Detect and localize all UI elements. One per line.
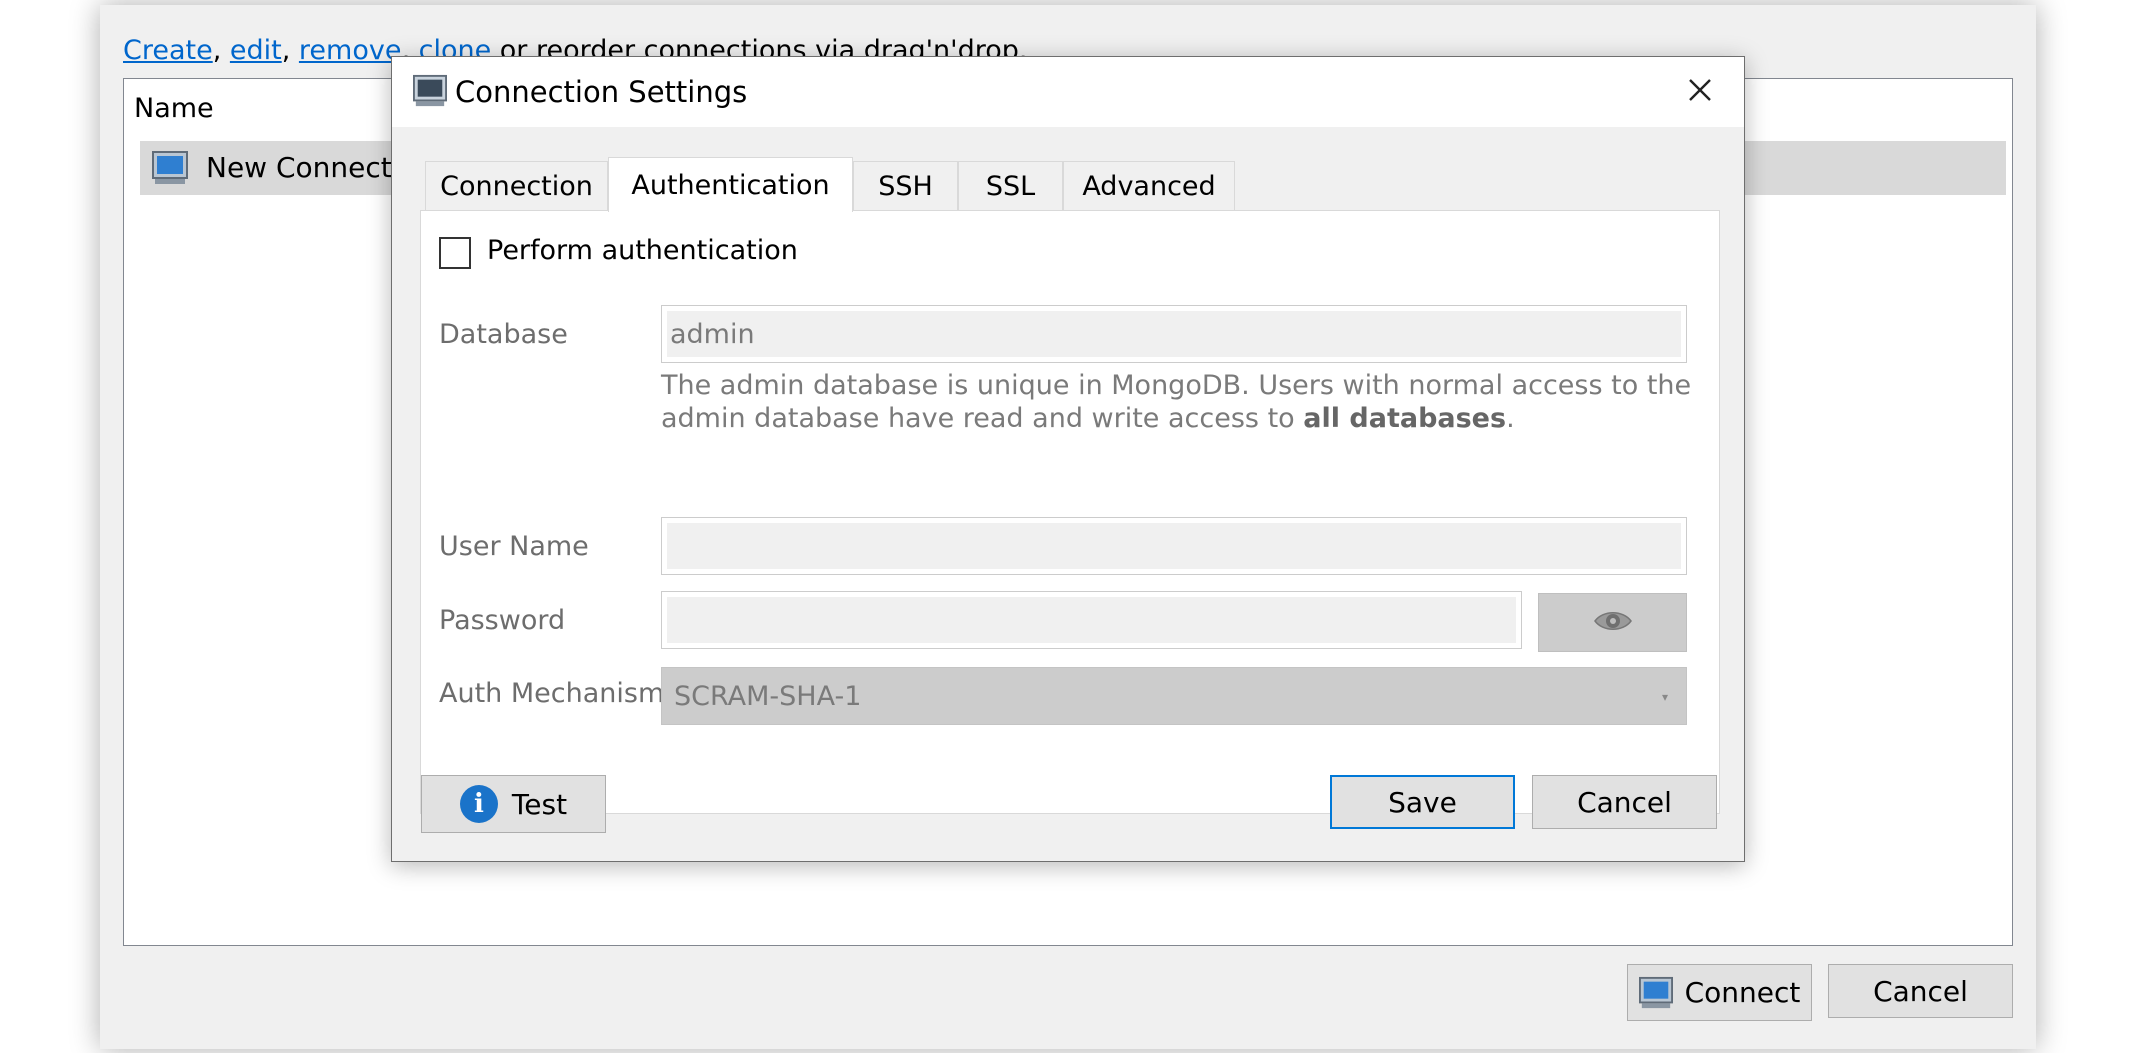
username-field[interactable]: [661, 517, 1687, 575]
connection-settings-dialog: Connection Settings Connection Authentic…: [391, 56, 1745, 862]
perform-auth-checkbox[interactable]: [439, 237, 471, 269]
tab-ssh[interactable]: SSH: [853, 161, 958, 210]
description-suffix: .: [1506, 403, 1515, 434]
connect-label: Connect: [1684, 976, 1801, 1009]
tab-ssl[interactable]: SSL: [958, 161, 1063, 210]
tab-connection[interactable]: Connection: [425, 161, 608, 210]
description-bold: all databases: [1303, 403, 1507, 434]
database-label: Database: [439, 319, 568, 350]
test-label: Test: [511, 787, 568, 821]
tab-advanced[interactable]: Advanced: [1063, 161, 1235, 210]
connect-button[interactable]: Connect: [1627, 964, 1812, 1021]
save-button[interactable]: Save: [1330, 775, 1515, 829]
create-link[interactable]: Create: [123, 35, 213, 66]
test-button[interactable]: i Test: [421, 775, 606, 833]
username-label: User Name: [439, 531, 589, 562]
database-description: The admin database is unique in MongoDB.…: [661, 369, 1701, 435]
monitor-icon: [413, 74, 447, 112]
perform-auth-label[interactable]: Perform authentication: [487, 235, 798, 266]
show-password-button[interactable]: [1538, 593, 1687, 652]
edit-link[interactable]: edit: [230, 35, 282, 66]
dialog-title: Connection Settings: [455, 75, 748, 109]
password-field[interactable]: [661, 591, 1522, 649]
info-icon: i: [459, 785, 498, 823]
cancel-button[interactable]: Cancel: [1828, 964, 2013, 1018]
chevron-down-icon: ▾: [1661, 690, 1668, 704]
hint-separator: ,: [281, 35, 299, 66]
password-label: Password: [439, 605, 566, 636]
authentication-panel: Perform authentication Database admin Th…: [420, 210, 1720, 814]
auth-mechanism-label: Auth Mechanism: [439, 678, 665, 709]
remove-link[interactable]: remove: [299, 35, 402, 66]
monitor-icon: [152, 151, 188, 189]
close-icon: [1688, 78, 1712, 106]
hint-separator: ,: [212, 35, 230, 66]
close-button[interactable]: [1656, 57, 1744, 127]
tab-authentication[interactable]: Authentication: [608, 157, 853, 212]
auth-mechanism-value: SCRAM-SHA-1: [674, 680, 862, 712]
database-field[interactable]: admin: [661, 305, 1687, 363]
dialog-titlebar: Connection Settings: [392, 57, 1744, 127]
cancel-button[interactable]: Cancel: [1532, 775, 1717, 829]
monitor-icon: [1638, 976, 1673, 1010]
name-column-header[interactable]: Name: [134, 93, 214, 124]
description-text: The admin database is unique in MongoDB.…: [661, 370, 1692, 434]
auth-mechanism-select[interactable]: SCRAM-SHA-1 ▾: [661, 667, 1687, 725]
eye-icon: [1593, 608, 1633, 638]
